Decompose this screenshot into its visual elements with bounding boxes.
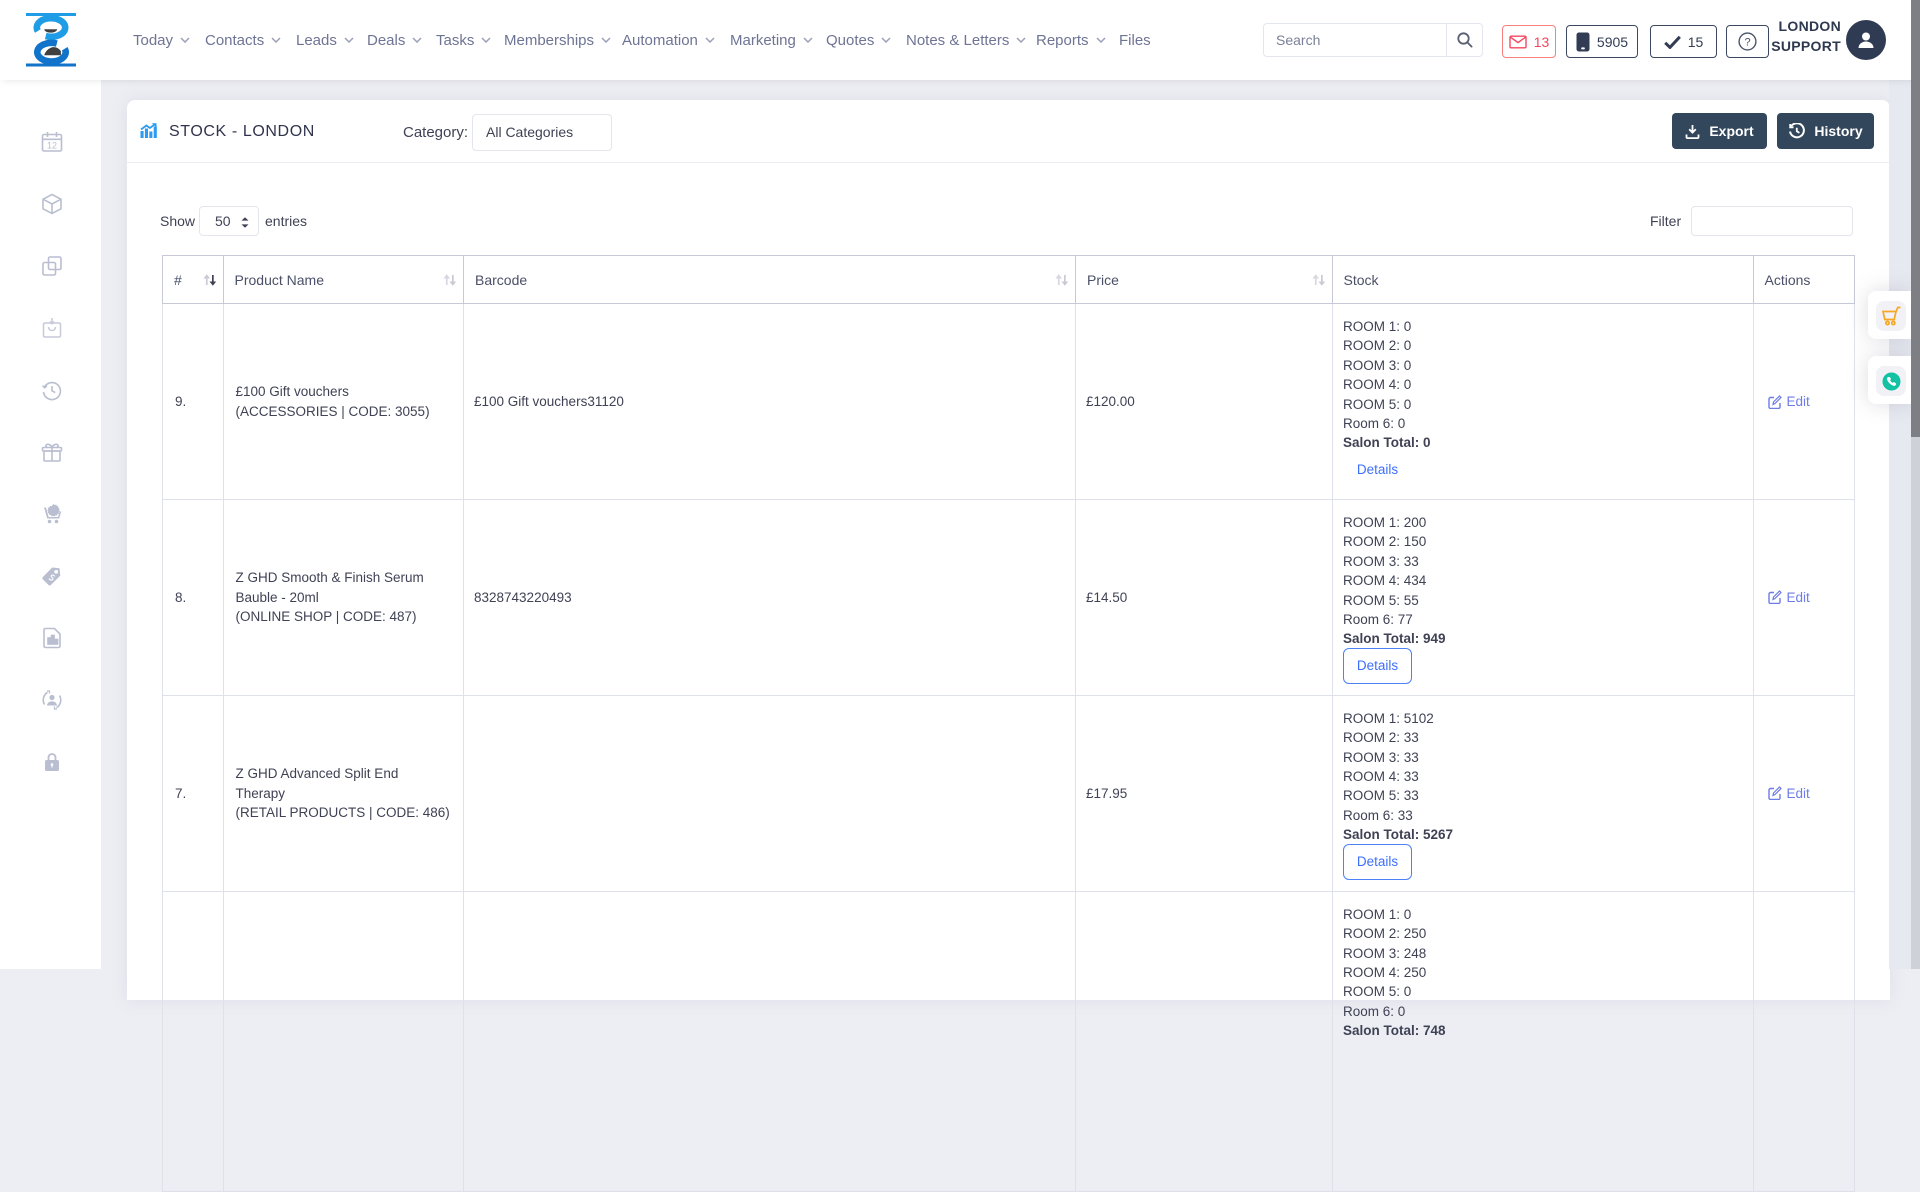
svg-text:12: 12 xyxy=(47,141,57,151)
